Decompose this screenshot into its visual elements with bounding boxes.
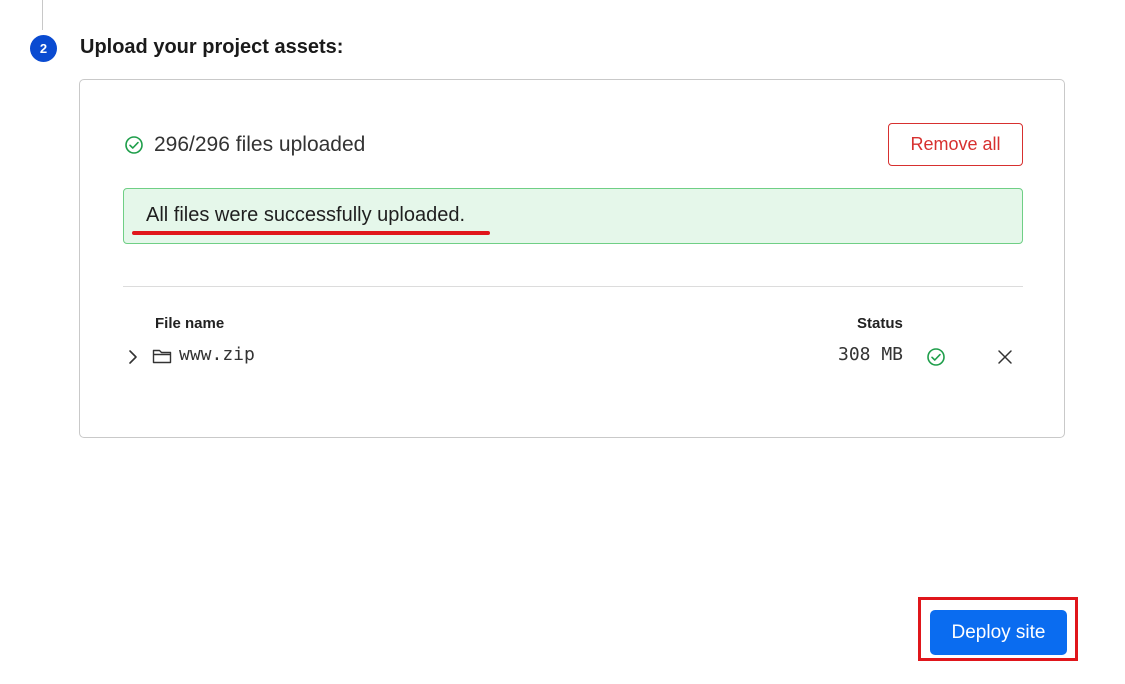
divider [123,286,1023,287]
close-icon[interactable] [997,349,1013,370]
column-header-status: Status [857,315,903,332]
upload-count-text: 296/296 files uploaded [154,133,366,156]
folder-icon [152,348,172,369]
success-message: All files were successfully uploaded. [146,204,466,226]
check-circle-icon [124,135,144,155]
file-name: www.zip [179,344,255,365]
chevron-right-icon[interactable] [126,349,140,370]
upload-count-status: 296/296 files uploaded [124,133,365,157]
column-header-file-name: File name [155,315,225,332]
deploy-site-button[interactable]: Deploy site [930,610,1067,655]
check-circle-icon [926,347,946,372]
remove-all-button[interactable]: Remove all [888,123,1023,166]
success-banner: All files were successfully uploaded. [123,188,1023,244]
deploy-page: 2 Upload your project assets: 296/296 fi… [0,0,1125,684]
step-connector-line [42,0,43,30]
file-row: www.zip 308 MB [0,343,1125,371]
file-size: 308 MB [838,344,904,365]
step-number-badge: 2 [30,35,57,62]
annotation-underline [132,231,490,235]
step-title: Upload your project assets: [80,36,344,58]
